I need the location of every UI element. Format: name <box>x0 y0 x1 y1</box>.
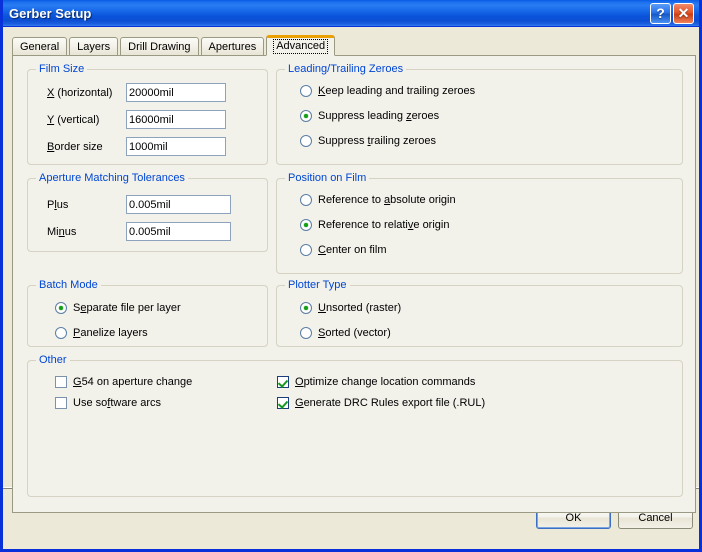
title-bar[interactable]: Gerber Setup ? ✕ <box>3 0 699 27</box>
tab-advanced-label: Advanced <box>273 39 329 54</box>
radio-reference-absolute-origin[interactable]: Reference to absolute origin <box>300 194 456 206</box>
radio-sorted-vector-label: Sorted (vector) <box>318 327 391 339</box>
label-x-horizontal: X (horizontal) <box>47 87 113 99</box>
window-title: Gerber Setup <box>9 5 92 21</box>
group-position-on-film: Position on Film Reference to absolute o… <box>276 172 683 274</box>
checkbox-g54-on-aperture-change[interactable]: G54 on aperture change <box>55 376 192 388</box>
radio-suppress-leading-label: Suppress leading zeroes <box>318 110 440 122</box>
tab-page-advanced: Film Size X (horizontal) Y (vertical) Bo… <box>12 55 696 513</box>
radio-unsorted-raster[interactable]: Unsorted (raster) <box>300 302 401 314</box>
group-leading-trailing-zeroes-legend: Leading/Trailing Zeroes <box>285 63 407 75</box>
checkbox-g54-label: G54 on aperture change <box>73 376 193 388</box>
gerber-setup-dialog: Gerber Setup ? ✕ General Layers Drill Dr… <box>0 0 702 552</box>
radio-keep-zeroes-label: Keep leading and trailing zeroes <box>318 85 476 97</box>
border-size-input[interactable] <box>126 137 226 156</box>
dialog-body: General Layers Drill Drawing Apertures A… <box>3 27 699 549</box>
tab-general[interactable]: General <box>12 37 68 56</box>
tab-apertures[interactable]: Apertures <box>200 37 265 56</box>
radio-panelize-layers[interactable]: Panelize layers <box>55 327 148 339</box>
group-aperture-matching-tolerances: Aperture Matching Tolerances Plus Minus <box>27 172 268 252</box>
group-position-on-film-legend: Position on Film <box>285 172 370 184</box>
radio-center-on-film[interactable]: Center on film <box>300 244 386 256</box>
radio-separate-file-label: Separate file per layer <box>73 302 181 314</box>
radio-sorted-vector[interactable]: Sorted (vector) <box>300 327 391 339</box>
tab-advanced[interactable]: Advanced <box>266 35 336 56</box>
checkbox-indicator-software-arcs <box>55 397 67 409</box>
tab-drill-drawing-label: Drill Drawing <box>128 40 191 53</box>
radio-absolute-origin-label: Reference to absolute origin <box>318 194 456 206</box>
radio-reference-relative-origin[interactable]: Reference to relative origin <box>300 219 449 231</box>
radio-suppress-trailing-label: Suppress trailing zeroes <box>318 135 437 147</box>
plus-tolerance-input[interactable] <box>126 195 231 214</box>
group-film-size: Film Size X (horizontal) Y (vertical) Bo… <box>27 63 268 165</box>
group-leading-trailing-zeroes: Leading/Trailing Zeroes Keep leading and… <box>276 63 683 165</box>
label-y-vertical: Y (vertical) <box>47 114 100 126</box>
label-minus: Minus <box>47 226 77 238</box>
checkbox-generate-drc-label: Generate DRC Rules export file (.RUL) <box>295 397 486 409</box>
group-plotter-type-legend: Plotter Type <box>285 279 350 291</box>
radio-indicator-keep-zeroes <box>300 85 312 97</box>
checkbox-indicator-g54 <box>55 376 67 388</box>
radio-suppress-trailing-zeroes[interactable]: Suppress trailing zeroes <box>300 135 436 147</box>
x-horizontal-input[interactable] <box>126 83 226 102</box>
minus-tolerance-input[interactable] <box>126 222 231 241</box>
radio-indicator-separate-file <box>55 302 67 314</box>
radio-separate-file-per-layer[interactable]: Separate file per layer <box>55 302 181 314</box>
tab-strip: General Layers Drill Drawing Apertures A… <box>12 35 336 56</box>
radio-indicator-suppress-leading <box>300 110 312 122</box>
radio-indicator-suppress-trailing <box>300 135 312 147</box>
title-bar-buttons: ? ✕ <box>650 2 696 24</box>
group-aperture-tolerances-legend: Aperture Matching Tolerances <box>36 172 188 184</box>
radio-center-on-film-label: Center on film <box>318 244 387 256</box>
tab-layers-label: Layers <box>77 40 111 53</box>
label-plus: Plus <box>47 199 69 211</box>
radio-indicator-sorted-vector <box>300 327 312 339</box>
checkbox-indicator-generate-drc <box>277 397 289 409</box>
radio-indicator-panelize-layers <box>55 327 67 339</box>
group-batch-mode-legend: Batch Mode <box>36 279 101 291</box>
y-vertical-input[interactable] <box>126 110 226 129</box>
radio-unsorted-raster-label: Unsorted (raster) <box>318 302 402 314</box>
radio-panelize-layers-label: Panelize layers <box>73 327 148 339</box>
help-icon[interactable]: ? <box>650 2 671 24</box>
group-batch-mode: Batch Mode Separate file per layer Panel… <box>27 279 268 347</box>
checkbox-indicator-optimize <box>277 376 289 388</box>
checkbox-optimize-change-location-commands[interactable]: Optimize change location commands <box>277 376 475 388</box>
radio-indicator-center-on-film <box>300 244 312 256</box>
tab-general-label: General <box>20 40 60 53</box>
radio-suppress-leading-zeroes[interactable]: Suppress leading zeroes <box>300 110 439 122</box>
radio-indicator-unsorted-raster <box>300 302 312 314</box>
tab-layers[interactable]: Layers <box>69 37 119 56</box>
radio-keep-leading-trailing-zeroes[interactable]: Keep leading and trailing zeroes <box>300 85 475 97</box>
group-other: Other G54 on aperture change Use softwar… <box>27 354 683 497</box>
radio-relative-origin-label: Reference to relative origin <box>318 219 450 231</box>
group-film-size-legend: Film Size <box>36 63 88 75</box>
radio-indicator-absolute-origin <box>300 194 312 206</box>
label-border-size: Border size <box>47 141 103 153</box>
checkbox-use-software-arcs[interactable]: Use software arcs <box>55 397 161 409</box>
group-other-legend: Other <box>36 354 70 366</box>
group-plotter-type: Plotter Type Unsorted (raster) Sorted (v… <box>276 279 683 347</box>
checkbox-software-arcs-label: Use software arcs <box>73 397 162 409</box>
radio-indicator-relative-origin <box>300 219 312 231</box>
tab-apertures-label: Apertures <box>208 40 257 53</box>
checkbox-generate-drc-rules-export[interactable]: Generate DRC Rules export file (.RUL) <box>277 397 485 409</box>
close-icon[interactable]: ✕ <box>673 2 694 24</box>
tab-drill-drawing[interactable]: Drill Drawing <box>120 37 199 56</box>
checkbox-optimize-label: Optimize change location commands <box>295 376 476 388</box>
